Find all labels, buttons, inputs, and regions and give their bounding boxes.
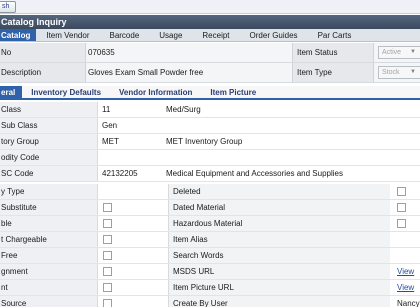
inventory-group-description: MET Inventory Group (166, 137, 243, 146)
source-created-row: Source Create By User Nancy (0, 296, 420, 307)
chargeable-alias-row: t Chargeable Item Alias (0, 232, 420, 248)
ble-checkbox[interactable] (103, 219, 112, 228)
nt-label: nt (0, 280, 98, 295)
subtab-vendor-information[interactable]: Vendor Information (110, 86, 201, 98)
item-no-label: No (0, 43, 86, 62)
window-title: Catalog Inquiry (0, 15, 420, 29)
dated-material-label: Dated Material (168, 200, 390, 215)
substitute-dated-row: Substitute Dated Material (0, 200, 420, 216)
ble-hazardous-row: ble Hazardous Material (0, 216, 420, 232)
detail-subtabs: eral Inventory Defaults Vendor Informati… (0, 86, 420, 100)
unspsc-code-row: SC Code 42132205 Medical Equipment and A… (0, 166, 420, 182)
inventory-group-label: tory Group (0, 134, 98, 149)
ble-label: ble (0, 216, 98, 231)
subtab-inventory-defaults[interactable]: Inventory Defaults (22, 86, 110, 98)
chargeable-label: t Chargeable (0, 232, 98, 247)
substitute-label: Substitute (0, 200, 98, 215)
inventory-group-value: MET (102, 137, 119, 146)
consignment-checkbox[interactable] (103, 267, 112, 276)
consignment-msds-row: gnment MSDS URL View (0, 264, 420, 280)
tab-order-guides[interactable]: Order Guides (240, 29, 308, 41)
msds-view-link[interactable]: View (397, 264, 414, 279)
deleted-checkbox[interactable] (397, 187, 406, 196)
created-by-value: Nancy (397, 299, 420, 307)
item-header: No 070635 Item Status Active ▼ Descripti… (0, 43, 420, 83)
item-status-label: Item Status (292, 43, 374, 62)
msds-url-label: MSDS URL (168, 264, 390, 279)
tab-par-carts[interactable]: Par Carts (308, 29, 362, 41)
inventory-group-row: tory Group MET MET Inventory Group (0, 134, 420, 150)
unspsc-code-description: Medical Equipment and Accessories and Su… (166, 169, 343, 178)
tab-receipt[interactable]: Receipt (192, 29, 239, 41)
free-checkbox[interactable] (103, 251, 112, 260)
free-search-row: Free Search Words (0, 248, 420, 264)
item-type-select[interactable]: Stock ▼ (378, 66, 420, 79)
nt-checkbox[interactable] (103, 283, 112, 292)
nt-picture-row: nt Item Picture URL View (0, 280, 420, 296)
class-value: 11 (102, 105, 111, 114)
item-no-row: No 070635 Item Status Active ▼ (0, 43, 420, 63)
item-picture-url-label: Item Picture URL (168, 280, 390, 295)
subclass-value: Gen (102, 121, 118, 130)
item-status-value: Active (382, 49, 402, 56)
commodity-code-row: odity Code (0, 150, 420, 166)
item-alias-label: Item Alias (168, 232, 390, 247)
dated-material-checkbox[interactable] (397, 203, 406, 212)
substitute-checkbox[interactable] (103, 203, 112, 212)
top-toolbar: sh (0, 0, 420, 14)
item-no-value: 070635 (88, 48, 115, 57)
class-description: Med/Surg (166, 105, 201, 114)
class-row: Class 11 Med/Surg (0, 102, 420, 118)
description-row: Description Gloves Exam Small Powder fre… (0, 63, 420, 83)
description-label: Description (0, 63, 86, 82)
main-tabs: Catalog Item Vendor Barcode Usage Receip… (0, 29, 420, 42)
tab-usage[interactable]: Usage (149, 29, 192, 41)
item-status-select[interactable]: Active ▼ (378, 46, 420, 59)
description-value: Gloves Exam Small Powder free (88, 68, 204, 77)
search-words-label: Search Words (168, 248, 390, 263)
item-type-label: Item Type (292, 63, 374, 82)
consignment-label: gnment (0, 264, 98, 279)
item-picture-view-link[interactable]: View (397, 280, 414, 295)
class-label: Class (0, 102, 98, 117)
chargeable-checkbox[interactable] (103, 235, 112, 244)
subclass-label: Sub Class (0, 118, 98, 133)
hazardous-material-checkbox[interactable] (397, 219, 406, 228)
source-checkbox[interactable] (103, 299, 112, 307)
hazardous-material-label: Hazardous Material (168, 216, 390, 231)
commodity-code-label: odity Code (0, 150, 98, 165)
tab-barcode[interactable]: Barcode (99, 29, 149, 41)
source-label: Source (0, 296, 98, 307)
unspsc-code-label: SC Code (0, 166, 98, 181)
deleted-label: Deleted (168, 184, 390, 199)
type-deleted-row: y Type Deleted (0, 184, 420, 200)
subclass-row: Sub Class Gen (0, 118, 420, 134)
free-label: Free (0, 248, 98, 263)
item-type-value: Stock (382, 69, 400, 76)
unspsc-code-value: 42132205 (102, 169, 138, 178)
chevron-down-icon: ▼ (410, 69, 416, 75)
created-by-label: Create By User (168, 296, 390, 307)
tab-catalog[interactable]: Catalog (0, 29, 37, 41)
refresh-button[interactable]: sh (0, 1, 16, 13)
subtab-item-picture[interactable]: Item Picture (201, 86, 265, 98)
type-label: y Type (0, 184, 98, 199)
general-details-grid: Class 11 Med/Surg Sub Class Gen tory Gro… (0, 102, 420, 307)
chevron-down-icon: ▼ (410, 49, 416, 55)
subtab-general[interactable]: eral (0, 86, 23, 98)
tab-item-vendor[interactable]: Item Vendor (36, 29, 99, 41)
